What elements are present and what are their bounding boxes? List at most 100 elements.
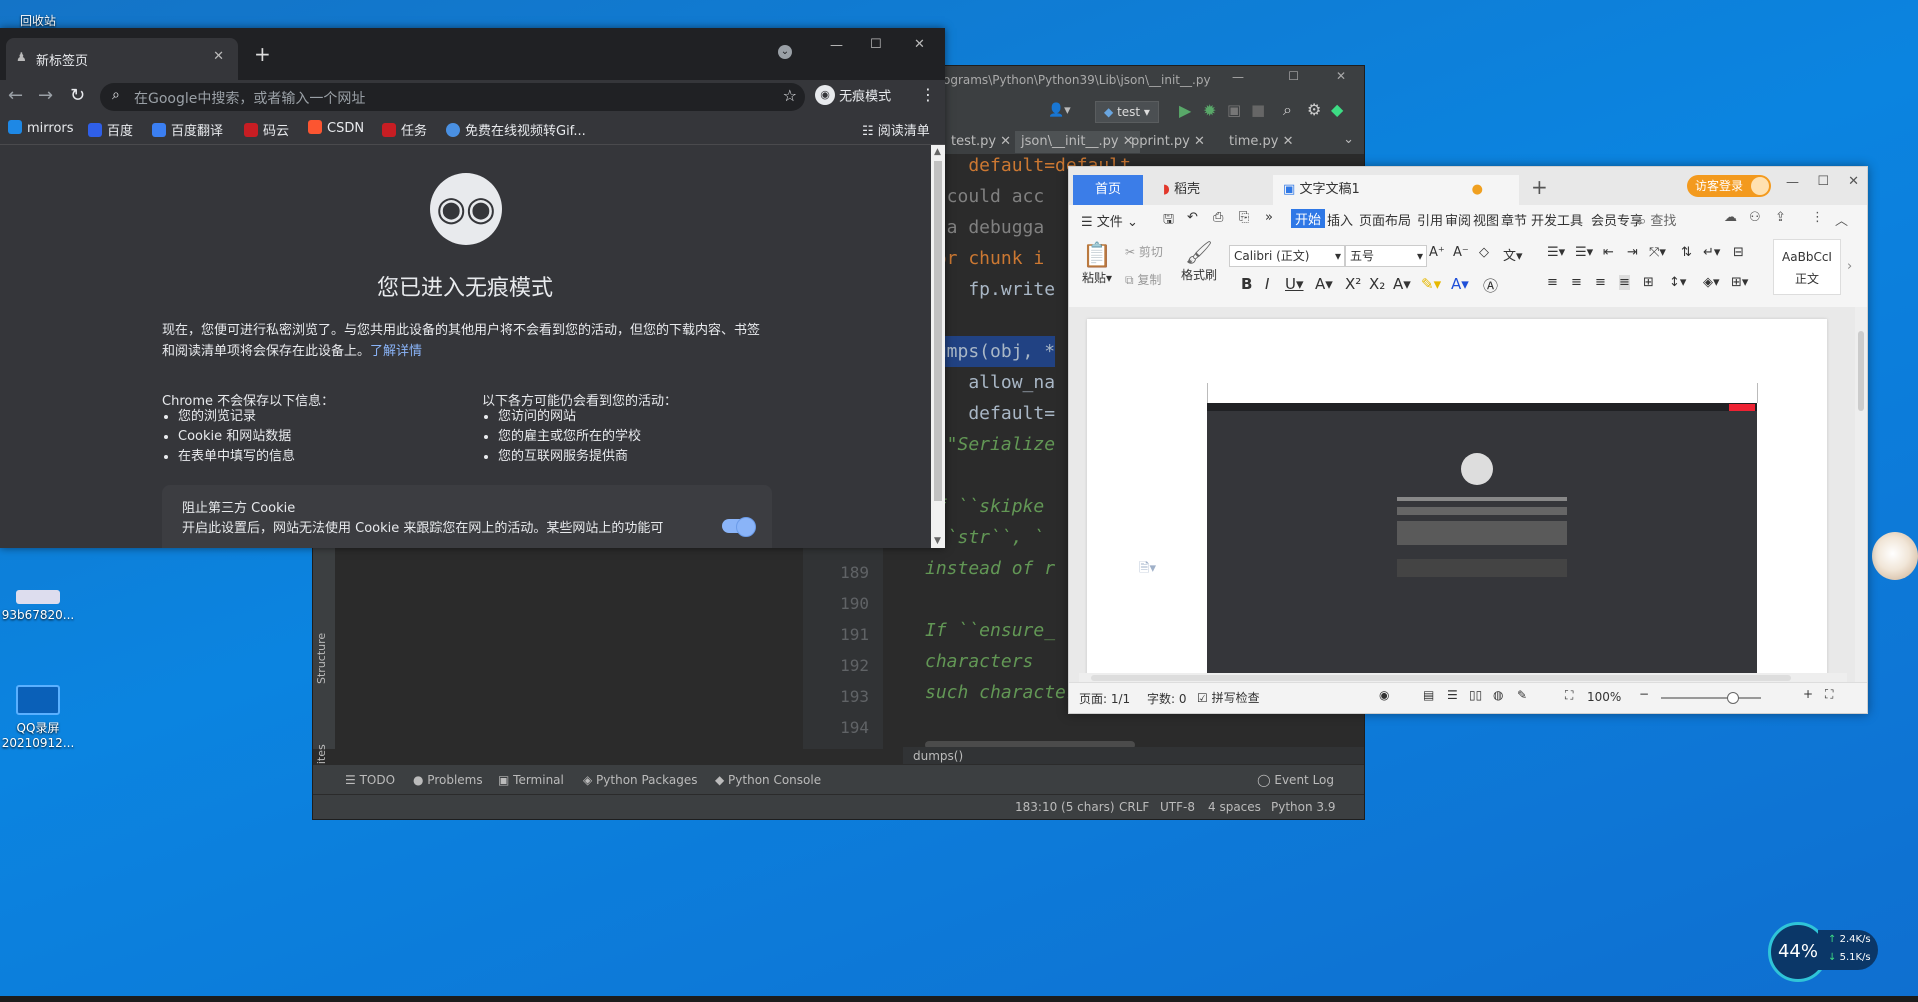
char-border-icon[interactable]: Ⓐ bbox=[1483, 275, 1498, 296]
status-position[interactable]: 183:10 (5 chars) bbox=[1015, 800, 1115, 814]
more-options-icon[interactable]: ⋮ bbox=[1811, 210, 1824, 225]
user-icon[interactable]: 👤▾ bbox=[1048, 103, 1071, 118]
italic-icon[interactable]: I bbox=[1265, 275, 1269, 293]
print-icon[interactable]: ⎙ bbox=[1213, 210, 1223, 225]
superscript-icon[interactable]: X² bbox=[1345, 275, 1361, 293]
ide-tab-json-init[interactable]: json\__init__.py ✕ bbox=[1015, 131, 1140, 153]
incognito-badge[interactable]: ◉ 无痕模式 bbox=[815, 85, 891, 105]
subscript-icon[interactable]: X₂ bbox=[1369, 275, 1385, 293]
zoom-out-icon[interactable]: − bbox=[1639, 687, 1649, 701]
debug-icon[interactable]: ✹ bbox=[1203, 101, 1216, 120]
wps-new-tab-plus-icon[interactable]: + bbox=[1531, 175, 1548, 199]
scroll-thumb[interactable] bbox=[934, 161, 942, 501]
fit-page-icon[interactable]: ⛶ bbox=[1565, 688, 1573, 703]
web-view-icon[interactable]: ◍ bbox=[1493, 688, 1503, 702]
share-icon[interactable]: ⇪ bbox=[1775, 210, 1786, 225]
wps-minimize-button[interactable]: — bbox=[1786, 175, 1799, 190]
wps-maximize-button[interactable]: ☐ bbox=[1817, 174, 1829, 189]
phonetic-icon[interactable]: 文▾ bbox=[1503, 245, 1523, 264]
forward-arrow-icon[interactable]: → bbox=[38, 85, 53, 106]
shrink-font-icon[interactable]: A⁻ bbox=[1453, 245, 1469, 260]
status-indent[interactable]: 4 spaces bbox=[1208, 800, 1261, 814]
cut-button[interactable]: ✂ 剪切 bbox=[1125, 243, 1163, 260]
eye-protection-icon[interactable]: ◉ bbox=[1379, 688, 1389, 702]
menu-references[interactable]: 引用 bbox=[1417, 210, 1443, 229]
chrome-close-button[interactable]: ✕ bbox=[914, 37, 925, 52]
menu-insert[interactable]: 插入 bbox=[1327, 210, 1353, 229]
tab-stops-icon[interactable]: ⊟ bbox=[1733, 245, 1744, 260]
chrome-menu-kebab-icon[interactable]: ⋮ bbox=[920, 85, 936, 104]
chrome-vertical-scrollbar[interactable]: ▲ ▼ bbox=[931, 145, 945, 548]
scroll-thumb[interactable] bbox=[1858, 331, 1864, 411]
search-command[interactable]: ⌕ 查找 bbox=[1639, 210, 1676, 229]
font-color-icon[interactable]: A▾ bbox=[1451, 275, 1469, 293]
font-size-select[interactable]: 五号 ▾ bbox=[1345, 245, 1427, 267]
ide-tab-pprint[interactable]: pprint.py ✕ bbox=[1125, 131, 1211, 153]
collapse-ribbon-icon[interactable]: ︿ bbox=[1835, 210, 1848, 229]
run-config-select[interactable]: ◆ test ▾ bbox=[1095, 101, 1159, 123]
menu-start[interactable]: 开始 bbox=[1291, 209, 1326, 228]
tabs-overflow-chevron-icon[interactable]: ⌄ bbox=[1343, 132, 1354, 147]
page-view-icon[interactable]: ▤ bbox=[1423, 688, 1434, 702]
align-center-icon[interactable]: ≡ bbox=[1571, 275, 1582, 290]
menu-review[interactable]: 审阅 bbox=[1445, 210, 1471, 229]
menu-member[interactable]: 会员专享 bbox=[1591, 210, 1643, 229]
write-mode-icon[interactable]: ✎ bbox=[1517, 688, 1527, 702]
desktop-icon-qq-recording[interactable]: QQ录屏 20210912... bbox=[0, 685, 76, 750]
coverage-icon[interactable]: ▣ bbox=[1227, 101, 1241, 119]
bold-icon[interactable]: B bbox=[1241, 275, 1252, 293]
distributed-icon[interactable]: ⊞ bbox=[1643, 275, 1654, 290]
line-spacing-icon[interactable]: ↕▾ bbox=[1669, 275, 1686, 290]
undo-icon[interactable]: ↶ bbox=[1187, 210, 1198, 225]
save-icon[interactable]: 🖫 bbox=[1163, 210, 1174, 232]
grow-font-icon[interactable]: A⁺ bbox=[1429, 245, 1445, 260]
new-tab-plus-icon[interactable]: + bbox=[254, 42, 271, 66]
event-log-button[interactable]: ◯ Event Log bbox=[1257, 773, 1334, 787]
search-icon[interactable]: ⌕ bbox=[1283, 100, 1292, 120]
increase-indent-icon[interactable]: ⇥ bbox=[1627, 245, 1638, 260]
tab-python-packages[interactable]: ◈ Python Packages bbox=[583, 773, 697, 787]
text-effect-icon[interactable]: A▾ bbox=[1393, 275, 1411, 293]
menu-page-layout[interactable]: 页面布局 bbox=[1359, 210, 1411, 229]
bookmark-baidu-translate[interactable]: 百度翻译 bbox=[152, 120, 223, 139]
tab-python-console[interactable]: ◆ Python Console bbox=[715, 773, 821, 787]
desktop-icon-recycle-bin[interactable]: 回收站 bbox=[0, 0, 76, 29]
shading-icon[interactable]: ◈▾ bbox=[1703, 275, 1720, 290]
justify-icon[interactable]: ≡ bbox=[1619, 275, 1630, 290]
learn-more-link[interactable]: 了解详情 bbox=[370, 344, 422, 359]
numbering-icon[interactable]: ☰▾ bbox=[1575, 245, 1593, 260]
zoom-level[interactable]: 100% bbox=[1587, 690, 1621, 704]
sort-icon[interactable]: ⇅ bbox=[1681, 245, 1692, 260]
chrome-maximize-button[interactable]: ☐ bbox=[870, 37, 882, 52]
outline-view-icon[interactable]: ☰ bbox=[1447, 688, 1458, 702]
ide-tab-time[interactable]: time.py ✕ bbox=[1223, 131, 1299, 153]
tab-close-icon[interactable]: ✕ bbox=[213, 49, 224, 64]
bookmark-tasks[interactable]: 任务 bbox=[382, 120, 427, 139]
cat-avatar-widget[interactable] bbox=[1872, 532, 1918, 580]
run-icon[interactable]: ▶ bbox=[1179, 101, 1191, 120]
paste-options-icon[interactable]: 🗎▾ bbox=[1139, 559, 1156, 581]
address-bar[interactable]: ⌕ 在Google中搜索，或者输入一个网址 ☆ bbox=[100, 83, 805, 111]
wps-tab-daoke[interactable]: ◗ 稻壳 bbox=[1149, 175, 1283, 205]
bookmark-csdn[interactable]: CSDN bbox=[308, 120, 364, 136]
tab-terminal[interactable]: ▣ Terminal bbox=[498, 773, 564, 787]
word-count[interactable]: 字数: 0 bbox=[1147, 690, 1187, 707]
copy-button[interactable]: ⧉ 复制 bbox=[1125, 271, 1161, 288]
ide-maximize-button[interactable]: ☐ bbox=[1288, 69, 1299, 83]
stop-icon[interactable]: ■ bbox=[1251, 101, 1265, 119]
tab-todo[interactable]: ☰ TODO bbox=[345, 773, 395, 787]
reading-view-icon[interactable]: ▯▯ bbox=[1469, 688, 1482, 702]
structure-tab[interactable]: Structure bbox=[315, 604, 328, 684]
desktop-icon-file[interactable]: 93b67820... bbox=[0, 590, 76, 622]
bookmark-mirrors[interactable]: mirrors bbox=[8, 120, 74, 136]
chrome-tab-new-tab[interactable]: ♟ 新标签页 ✕ bbox=[6, 38, 238, 80]
paste-button[interactable]: 📋 粘贴▾ bbox=[1079, 241, 1115, 286]
scroll-thumb[interactable] bbox=[1091, 675, 1791, 681]
guest-login-button[interactable]: 访客登录 bbox=[1687, 175, 1772, 197]
style-normal[interactable]: AaBbCcI 正文 bbox=[1773, 239, 1841, 295]
spell-check-toggle[interactable]: ☑ 拼写检查 bbox=[1197, 689, 1260, 706]
bookmark-gitee[interactable]: 码云 bbox=[244, 120, 289, 139]
bookmark-star-icon[interactable]: ☆ bbox=[783, 86, 797, 105]
wps-tab-home[interactable]: 首页 bbox=[1073, 175, 1143, 205]
plugin-icon[interactable]: ◆ bbox=[1331, 100, 1343, 119]
